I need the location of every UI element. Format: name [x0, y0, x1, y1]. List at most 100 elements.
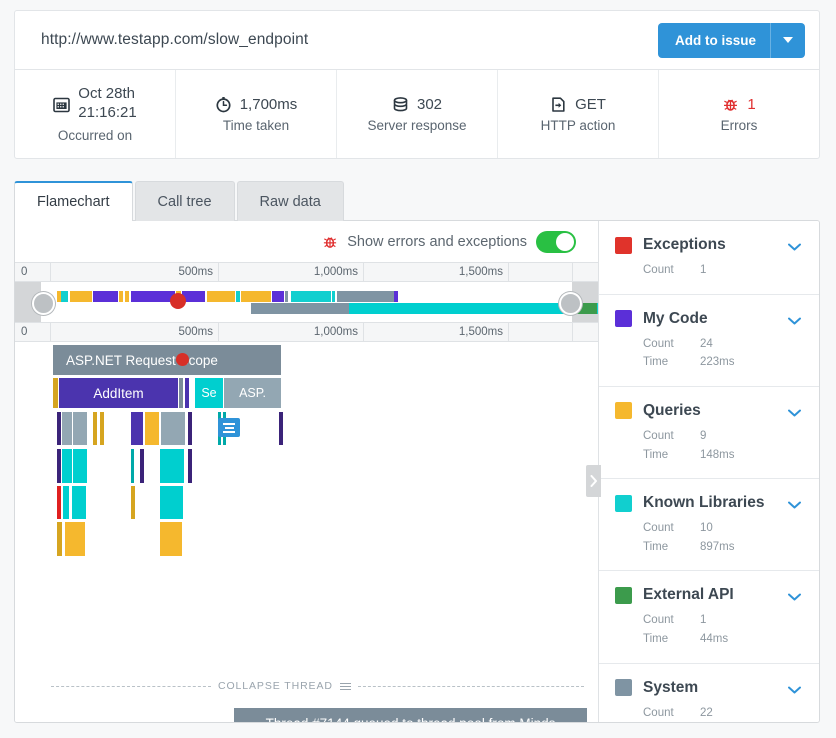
- ruler-tick-blank-1: [509, 263, 573, 281]
- collapse-thread-label: COLLAPSE THREAD: [218, 680, 333, 692]
- minimap-bar: [337, 291, 394, 302]
- minimap-handle-left[interactable]: [32, 292, 55, 315]
- minimap-bar: [207, 291, 235, 302]
- add-to-issue-dropdown[interactable]: [770, 22, 805, 58]
- legend-count-label: Count: [643, 337, 674, 350]
- collapse-thread-row[interactable]: COLLAPSE THREAD: [51, 680, 584, 692]
- flame-bar[interactable]: [93, 412, 97, 445]
- minimap-bar: [131, 291, 175, 302]
- flame-bar[interactable]: [65, 522, 85, 556]
- flame-bar[interactable]: [57, 486, 61, 519]
- chevron-down-icon[interactable]: [788, 496, 801, 514]
- flame-bar-aspnet-request-scope[interactable]: ASP.NET Request Scope: [53, 345, 281, 375]
- minimap-bar: [61, 291, 68, 302]
- flame-bar[interactable]: [57, 449, 61, 483]
- errors-toggle-row: Show errors and exceptions: [15, 221, 598, 262]
- flame-bar[interactable]: [185, 378, 189, 408]
- legend-name: My Code: [643, 309, 708, 327]
- flame-bar[interactable]: [73, 412, 87, 445]
- url-row: http://www.testapp.com/slow_endpoint Add…: [15, 11, 819, 69]
- flame-bar[interactable]: [131, 486, 135, 519]
- flame-bar-asp[interactable]: ASP.: [224, 378, 281, 408]
- stat-label-time-taken: Time taken: [222, 117, 290, 133]
- legend-name: Queries: [643, 401, 701, 419]
- legend-collapse-handle[interactable]: [586, 465, 601, 497]
- flame-bar[interactable]: [161, 412, 185, 445]
- errors-toggle-switch[interactable]: [536, 230, 576, 253]
- minimap-bar: [125, 291, 129, 302]
- flame-bar[interactable]: [57, 412, 61, 445]
- flame-bar[interactable]: [140, 449, 144, 483]
- flame-bar[interactable]: [179, 378, 183, 408]
- chevron-down-icon[interactable]: [788, 404, 801, 422]
- flame-bar[interactable]: [188, 412, 192, 445]
- flame-bar[interactable]: [131, 412, 143, 445]
- legend-item-exceptions[interactable]: Exceptions Count 1: [599, 221, 819, 295]
- ruler-tick-blank-2: [573, 263, 598, 281]
- ruler-tick-2: 1,000ms: [219, 263, 364, 281]
- legend-swatch: [615, 402, 632, 420]
- flame-bar[interactable]: [100, 412, 104, 445]
- legend-swatch: [615, 310, 632, 328]
- minimap-bar: [93, 291, 118, 302]
- tab-flamechart[interactable]: Flamechart: [14, 181, 133, 221]
- flame-bar[interactable]: [160, 486, 183, 519]
- legend-time-value: 524ms: [700, 722, 735, 723]
- flame-bar-se[interactable]: Se: [195, 378, 223, 408]
- stat-value-errors: 1: [747, 95, 756, 113]
- flame-bar[interactable]: [279, 412, 283, 445]
- chevron-down-icon[interactable]: [788, 312, 801, 330]
- minimap-bar: [272, 291, 284, 302]
- tab-call-tree[interactable]: Call tree: [134, 181, 235, 221]
- flame-bar[interactable]: [72, 486, 86, 519]
- chevron-down-icon[interactable]: [788, 681, 801, 699]
- tab-raw-data[interactable]: Raw data: [236, 181, 344, 221]
- flame-bar[interactable]: [145, 412, 159, 445]
- legend-item-external-api[interactable]: External API Count 1 Time 44ms: [599, 571, 819, 664]
- stat-value-http-action: GET: [575, 95, 606, 113]
- legend-time-label: Time: [643, 722, 700, 723]
- clock-icon: [215, 96, 232, 113]
- chevron-down-icon[interactable]: [788, 588, 801, 606]
- flamechart-canvas[interactable]: ASP.NET Request Scope AddItem Se ASP. CO…: [15, 342, 598, 722]
- flame-bar[interactable]: [73, 449, 87, 483]
- stat-time-taken: 1,700ms Time taken: [176, 70, 337, 158]
- flame-bar-thread-queued[interactable]: Thread #7144 queued to thread pool from …: [234, 708, 587, 722]
- chevron-down-icon[interactable]: [788, 238, 801, 256]
- dash-line-right: [357, 685, 584, 687]
- flame-bar[interactable]: [53, 378, 58, 408]
- legend-swatch: [615, 236, 632, 254]
- flame-error-dot[interactable]: [176, 353, 189, 366]
- flamechart-page: http://www.testapp.com/slow_endpoint Add…: [0, 0, 836, 738]
- minimap-bar: [285, 291, 288, 302]
- minimap-error-marker[interactable]: [170, 293, 186, 309]
- legend-time-value: 148ms: [700, 448, 735, 461]
- flame-bar[interactable]: [131, 449, 134, 483]
- legend-item-known-libraries[interactable]: Known Libraries Count 10 Time 897ms: [599, 479, 819, 572]
- flame-bar[interactable]: [160, 522, 182, 556]
- legend-time-label: Time: [643, 633, 669, 645]
- legend-item-system[interactable]: System Count 22 Time 524ms: [599, 664, 819, 723]
- legend-count-value: 1: [700, 614, 707, 627]
- stat-value-server-response: 302: [416, 95, 443, 113]
- note-icon[interactable]: [218, 418, 240, 437]
- ruler-tick-3: 1,500ms: [364, 323, 509, 341]
- add-to-issue-button[interactable]: Add to issue: [657, 22, 805, 58]
- flame-bar[interactable]: [62, 412, 72, 445]
- flame-bar[interactable]: [57, 522, 62, 556]
- legend-count-row: Count 1: [643, 261, 801, 280]
- legend-count-label: Count: [643, 614, 674, 627]
- timeline-minimap[interactable]: [15, 282, 598, 322]
- ruler-tick-1: 500ms: [51, 323, 219, 341]
- flame-bar[interactable]: [62, 449, 72, 483]
- flame-bar[interactable]: [160, 449, 184, 483]
- legend-item-queries[interactable]: Queries Count 9 Time 148ms: [599, 387, 819, 480]
- legend-swatch: [615, 679, 632, 697]
- chart-column: Show errors and exceptions 0 500ms 1,000…: [15, 221, 599, 722]
- flame-bar[interactable]: [188, 449, 192, 483]
- flame-bar-additem[interactable]: AddItem: [59, 378, 178, 408]
- flame-bar[interactable]: [63, 486, 69, 519]
- legend-item-my-code[interactable]: My Code Count 24 Time 223ms: [599, 295, 819, 387]
- legend-count-label: Count: [643, 264, 674, 276]
- minimap-handle-right[interactable]: [559, 292, 582, 315]
